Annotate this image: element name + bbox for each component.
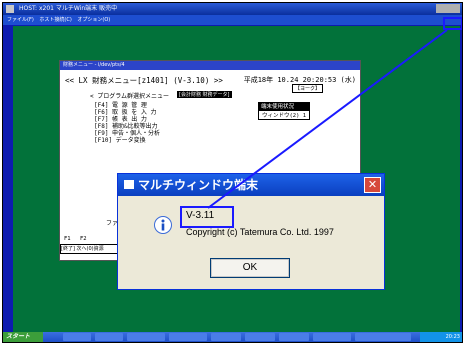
taskbar: スタート 20:23 <box>3 332 462 342</box>
screenshot-frame: HOST: x201 マルチWin端末 販売中 ファイル(F) ホスト接続(C)… <box>2 2 463 343</box>
taskbar-item[interactable] <box>169 333 207 341</box>
taskbar-item[interactable] <box>355 333 411 341</box>
start-button[interactable]: スタート <box>3 332 43 342</box>
taskbar-item[interactable] <box>127 333 165 341</box>
annotation-arrow <box>207 29 448 209</box>
system-tray: 20:23 <box>420 332 462 342</box>
taskbar-item[interactable] <box>245 333 275 341</box>
taskbar-item[interactable] <box>313 333 351 341</box>
taskbar-item[interactable] <box>63 333 91 341</box>
clock: 20:23 <box>445 334 460 340</box>
taskbar-item[interactable] <box>95 333 123 341</box>
taskbar-item[interactable] <box>211 333 241 341</box>
taskbar-item[interactable] <box>279 333 309 341</box>
